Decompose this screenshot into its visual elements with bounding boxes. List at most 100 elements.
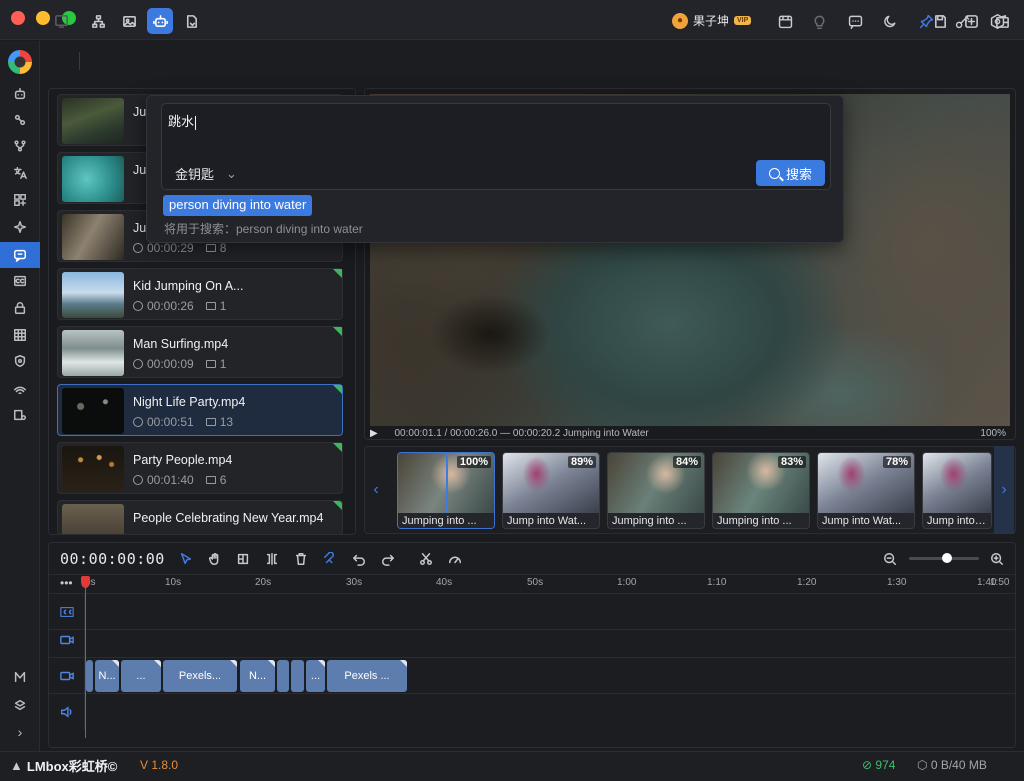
clip-tag-marker: [333, 443, 342, 452]
video-track-1[interactable]: [49, 622, 1015, 658]
clip-meta: 00:00:29 8: [133, 241, 226, 255]
clip-name: Ju: [133, 163, 147, 177]
close-window-button[interactable]: [11, 11, 25, 25]
toolbar: [41, 41, 1024, 81]
zoom-in-icon[interactable]: [987, 549, 1007, 569]
lock-icon[interactable]: [8, 297, 32, 319]
shield-icon[interactable]: [8, 350, 32, 372]
speed-icon[interactable]: [445, 549, 465, 569]
nodes-icon[interactable]: [8, 109, 32, 131]
result-card[interactable]: 83% Jumping into ...: [712, 452, 810, 529]
undo-icon[interactable]: [349, 549, 369, 569]
timeline-clip[interactable]: N...: [95, 660, 119, 692]
playhead-handle[interactable]: [81, 576, 90, 588]
playhead[interactable]: [85, 578, 86, 738]
zoom-slider-handle[interactable]: [942, 553, 952, 563]
timeline-clip[interactable]: [277, 660, 289, 692]
clip-name: Ju: [133, 221, 147, 235]
clip-item[interactable]: Kid Jumping On A... 00:00:26 1: [57, 268, 343, 320]
split-icon[interactable]: [262, 549, 282, 569]
cut-icon[interactable]: [416, 549, 436, 569]
brand-name: LMbox彩虹桥©: [26, 759, 118, 774]
more-icon[interactable]: •••: [60, 576, 73, 590]
hierarchy-icon[interactable]: [85, 8, 111, 34]
zoom-out-icon[interactable]: [880, 549, 900, 569]
play-icon[interactable]: ▶: [370, 428, 378, 439]
speaker-icon: [49, 694, 85, 730]
timeline-clip[interactable]: Pexels ...: [327, 660, 407, 692]
clip-item[interactable]: Party People.mp4 00:01:40 6: [57, 442, 343, 494]
clip-name: Party People.mp4: [133, 453, 233, 467]
search-button[interactable]: 搜索: [756, 160, 825, 186]
timeline-clip[interactable]: [86, 660, 93, 692]
result-label: Jumping into ...: [398, 513, 494, 528]
add-icon[interactable]: [958, 8, 984, 34]
cc-icon[interactable]: [8, 270, 32, 292]
wallet-icon[interactable]: [989, 8, 1015, 34]
ruler-label: 10s: [165, 577, 182, 588]
result-card[interactable]: Jump into W: [922, 452, 992, 529]
model-select[interactable]: 金钥匙 ⌄: [175, 164, 237, 183]
timeline-clip[interactable]: Pexels...: [163, 660, 237, 692]
clip-thumbnail: [62, 156, 124, 202]
robot-icon[interactable]: [8, 83, 32, 105]
result-card[interactable]: 100% Jumping into ...: [397, 452, 495, 529]
robot-search-icon[interactable]: [147, 8, 173, 34]
clip-name: Night Life Party.mp4: [133, 395, 246, 409]
result-score: 78%: [882, 456, 911, 468]
flow-icon[interactable]: [8, 135, 32, 157]
hand-tool-icon[interactable]: [205, 549, 225, 569]
layers-icon[interactable]: [8, 694, 32, 716]
settings-gear-icon[interactable]: [8, 404, 32, 426]
calendar-icon[interactable]: [775, 11, 795, 31]
timeline-clip[interactable]: [291, 660, 304, 692]
ruler-label: 1:10: [707, 577, 727, 588]
results-next-button[interactable]: ›: [994, 446, 1014, 534]
result-card[interactable]: 84% Jumping into ...: [607, 452, 705, 529]
clip-tag-marker: [333, 269, 342, 278]
chat-search-icon[interactable]: [0, 242, 40, 268]
file-sync-icon[interactable]: [178, 8, 204, 34]
m-icon[interactable]: [8, 666, 32, 688]
select-tool-icon[interactable]: [176, 549, 196, 569]
search-input-box[interactable]: [161, 103, 831, 190]
result-card[interactable]: 89% Jump into Wat...: [502, 452, 600, 529]
chevron-right-icon[interactable]: ›: [10, 722, 30, 742]
save-icon[interactable]: [927, 8, 953, 34]
clip-thumbnail: [62, 98, 124, 144]
grid-icon[interactable]: [8, 189, 32, 211]
moon-icon[interactable]: [880, 11, 900, 31]
export-icon[interactable]: [48, 8, 74, 34]
clip-item-selected[interactable]: Night Life Party.mp4 00:00:51 13: [57, 384, 343, 436]
clip-name: People Celebrating New Year.mp4: [133, 511, 324, 525]
clip-thumbnail: [62, 214, 124, 260]
search-input[interactable]: 跳水: [168, 111, 197, 130]
clip-tag-marker: [333, 501, 342, 510]
clip-item[interactable]: Man Surfing.mp4 00:00:09 1: [57, 326, 343, 378]
translate-icon[interactable]: [8, 162, 32, 184]
search-suggestion[interactable]: person diving into water: [163, 195, 313, 216]
user-profile[interactable]: ● 果子坤 VIP: [672, 12, 752, 29]
timeline-clip[interactable]: ...: [121, 660, 161, 692]
ruler-label: 20s: [255, 577, 272, 588]
delete-icon[interactable]: [291, 549, 311, 569]
sparkle-icon[interactable]: [8, 216, 32, 238]
magnet-icon[interactable]: [320, 549, 340, 569]
timeline-clip[interactable]: ...: [306, 660, 325, 692]
image-icon[interactable]: [116, 8, 142, 34]
brand: ▲ LMbox彩虹桥©: [10, 756, 117, 775]
clip-tag-marker: [333, 327, 342, 336]
table-icon[interactable]: [8, 324, 32, 346]
trim-icon[interactable]: [233, 549, 253, 569]
bulb-icon[interactable]: [809, 11, 829, 31]
clip-thumbnail: [62, 330, 124, 376]
message-icon[interactable]: [845, 11, 865, 31]
clip-item[interactable]: People Celebrating New Year.mp4: [57, 500, 343, 535]
timeline-clip[interactable]: N...: [240, 660, 275, 692]
audio-track[interactable]: [49, 694, 1015, 730]
results-prev-button[interactable]: ‹: [366, 446, 386, 534]
redo-icon[interactable]: [378, 549, 398, 569]
signal-icon[interactable]: [8, 377, 32, 399]
item-count: ⊘ 974: [862, 758, 896, 772]
result-card[interactable]: 78% Jump into Wat...: [817, 452, 915, 529]
